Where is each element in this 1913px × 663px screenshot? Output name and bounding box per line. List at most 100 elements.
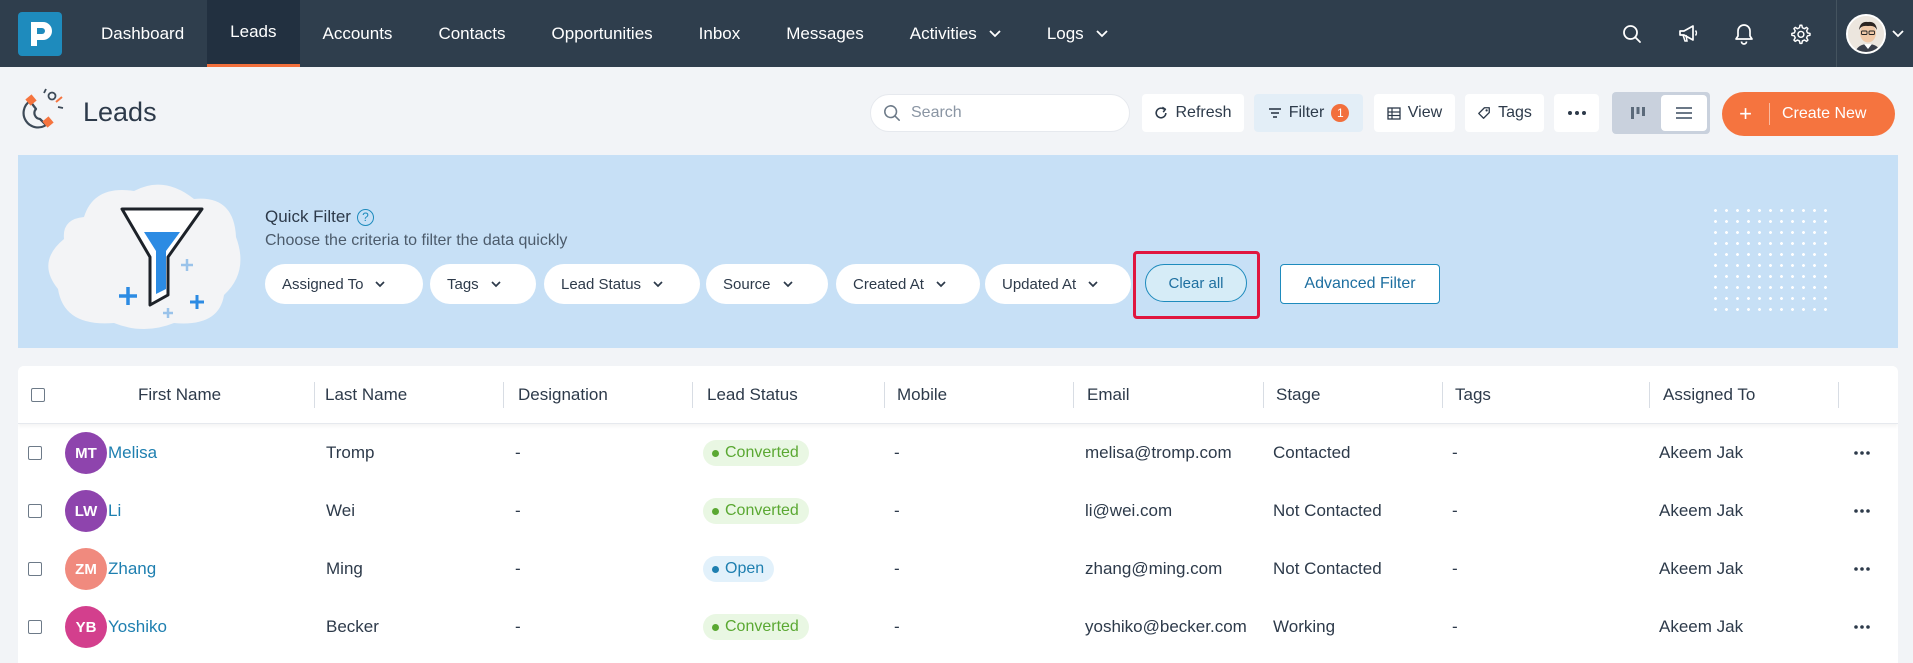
more-options-button[interactable] bbox=[1554, 94, 1599, 132]
nav-item-label: Contacts bbox=[438, 23, 506, 43]
lead-name-link[interactable]: Melisa bbox=[108, 443, 157, 463]
quick-filter-title-text: Quick Filter bbox=[265, 207, 351, 226]
tags-button[interactable]: Tags bbox=[1465, 94, 1544, 132]
clear-all-button[interactable]: Clear all bbox=[1145, 264, 1247, 302]
nav-item-dashboard[interactable]: Dashboard bbox=[78, 0, 207, 67]
list-view-toggle[interactable] bbox=[1661, 95, 1707, 131]
filter-chip-lead-status[interactable]: Lead Status bbox=[544, 264, 700, 304]
table-row[interactable]: LW Li Wei - Converted - li@wei.com Not Contacte… bbox=[18, 482, 1898, 540]
nav-item-label: Dashboard bbox=[101, 23, 185, 43]
gear-icon[interactable] bbox=[1772, 0, 1828, 67]
filter-chip-assigned-to[interactable]: Assigned To bbox=[265, 264, 423, 304]
more-horizontal-icon bbox=[1854, 567, 1870, 571]
decorative-dot-pattern bbox=[1710, 205, 1830, 315]
cell-tags: - bbox=[1452, 443, 1458, 462]
row-checkbox[interactable] bbox=[28, 446, 42, 460]
filter-chip-tags[interactable]: Tags bbox=[430, 264, 536, 304]
nav-item-accounts[interactable]: Accounts bbox=[300, 0, 416, 67]
cell-email: melisa@tromp.com bbox=[1085, 443, 1232, 462]
chip-label: Assigned To bbox=[282, 275, 364, 293]
column-divider bbox=[503, 382, 504, 408]
nav-item-logs[interactable]: Logs bbox=[1024, 0, 1131, 67]
nav-right-tools bbox=[1604, 0, 1913, 67]
cell-mobile: - bbox=[894, 559, 900, 578]
column-divider bbox=[1263, 382, 1264, 408]
select-all-checkbox[interactable] bbox=[31, 388, 45, 402]
row-checkbox-cell bbox=[28, 598, 42, 656]
lead-name-link[interactable]: Li bbox=[108, 501, 121, 521]
row-checkbox[interactable] bbox=[28, 562, 42, 576]
filter-lines-icon bbox=[1268, 108, 1281, 118]
chip-label: Source bbox=[723, 275, 771, 293]
column-header-tags[interactable]: Tags bbox=[1455, 366, 1491, 424]
user-menu[interactable] bbox=[1837, 0, 1913, 67]
column-divider bbox=[314, 382, 315, 408]
filter-chip-updated-at[interactable]: Updated At bbox=[985, 264, 1131, 304]
lead-name-link[interactable]: Zhang bbox=[108, 559, 156, 579]
cell-stage: Not Contacted bbox=[1273, 501, 1382, 520]
advanced-filter-button[interactable]: Advanced Filter bbox=[1280, 264, 1440, 304]
table-row[interactable]: YB Yoshiko Becker - Converted - yoshiko@becker… bbox=[18, 598, 1898, 656]
search-input[interactable] bbox=[911, 104, 1111, 122]
more-horizontal-icon bbox=[1567, 111, 1586, 115]
refresh-button[interactable]: Refresh bbox=[1142, 94, 1244, 132]
filter-button[interactable]: Filter 1 bbox=[1254, 94, 1363, 132]
chip-label: Updated At bbox=[1002, 275, 1077, 293]
cell-assigned: Akeem Jak bbox=[1659, 501, 1744, 520]
column-divider bbox=[1073, 382, 1074, 408]
status-dot bbox=[712, 507, 719, 515]
status-label: Converted bbox=[725, 444, 799, 461]
megaphone-icon[interactable] bbox=[1660, 0, 1716, 67]
view-button[interactable]: View bbox=[1374, 94, 1455, 132]
column-header-mobile[interactable]: Mobile bbox=[897, 366, 947, 424]
column-header-email[interactable]: Email bbox=[1087, 366, 1130, 424]
column-header-lead-status[interactable]: Lead Status bbox=[707, 366, 798, 424]
bell-icon[interactable] bbox=[1716, 0, 1772, 67]
row-more-button[interactable] bbox=[1854, 540, 1870, 598]
chip-label: Tags bbox=[447, 275, 479, 293]
view-toggle bbox=[1612, 92, 1710, 134]
nav-item-activities[interactable]: Activities bbox=[887, 0, 1024, 67]
row-more-button[interactable] bbox=[1854, 598, 1870, 656]
table-row[interactable]: ZM Zhang Ming - Open - zhang@ming.com Not Conta… bbox=[18, 540, 1898, 598]
column-header-designation[interactable]: Designation bbox=[518, 366, 608, 424]
lead-name-link[interactable]: Yoshiko bbox=[108, 617, 167, 637]
filter-chip-source[interactable]: Source bbox=[706, 264, 828, 304]
table-row[interactable]: MT Melisa Tromp - Converted - melisa@tromp.com… bbox=[18, 424, 1898, 482]
column-header-stage[interactable]: Stage bbox=[1276, 366, 1320, 424]
help-icon[interactable]: ? bbox=[356, 208, 374, 226]
search-icon[interactable] bbox=[1604, 0, 1660, 67]
quick-filter-panel: Quick Filter ? Choose the criteria to fi… bbox=[18, 155, 1898, 348]
column-header-assigned-to[interactable]: Assigned To bbox=[1663, 366, 1755, 424]
cell-designation: - bbox=[515, 501, 521, 520]
nav-item-inbox[interactable]: Inbox bbox=[676, 0, 764, 67]
logo-icon bbox=[31, 21, 52, 46]
cell-last: Ming bbox=[326, 559, 363, 578]
row-checkbox[interactable] bbox=[28, 504, 42, 518]
row-more-button[interactable] bbox=[1854, 482, 1870, 540]
avatar: LW bbox=[65, 490, 107, 532]
nav-item-label: Activities bbox=[909, 23, 977, 43]
row-checkbox[interactable] bbox=[28, 620, 42, 634]
filter-chip-created-at[interactable]: Created At bbox=[836, 264, 980, 304]
search-box[interactable] bbox=[870, 94, 1130, 132]
column-divider bbox=[692, 382, 693, 408]
avatar: YB bbox=[65, 606, 107, 648]
chevron-down-icon bbox=[653, 280, 663, 287]
search-icon bbox=[884, 105, 900, 121]
nav-item-opportunities[interactable]: Opportunities bbox=[529, 0, 676, 67]
kanban-view-toggle[interactable] bbox=[1615, 95, 1661, 131]
column-header-last-name[interactable]: Last Name bbox=[325, 366, 407, 424]
quick-filter-subtitle: Choose the criteria to filter the data q… bbox=[265, 232, 568, 249]
cell-mobile: - bbox=[894, 501, 900, 520]
column-header-first-name[interactable]: First Name bbox=[138, 366, 221, 424]
app-logo[interactable] bbox=[18, 11, 62, 56]
cell-tags: - bbox=[1452, 501, 1458, 520]
page-header: Leads Refresh Filter 1 View Tags + Creat… bbox=[0, 67, 1913, 155]
nav-item-contacts[interactable]: Contacts bbox=[415, 0, 528, 67]
nav-item-leads[interactable]: Leads bbox=[207, 0, 300, 67]
nav-item-messages[interactable]: Messages bbox=[763, 0, 886, 67]
create-new-button[interactable]: + Create New bbox=[1722, 92, 1895, 136]
avatar: ZM bbox=[65, 548, 107, 590]
row-more-button[interactable] bbox=[1854, 424, 1870, 482]
